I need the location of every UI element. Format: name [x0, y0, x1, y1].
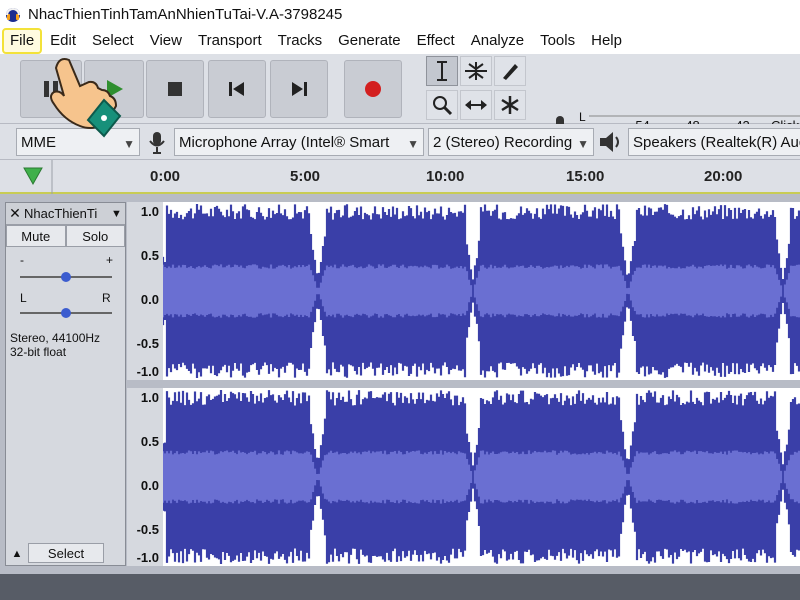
scale-label: -1.0: [136, 550, 159, 565]
menu-tracks[interactable]: Tracks: [270, 28, 330, 54]
menu-transport[interactable]: Transport: [190, 28, 270, 54]
menu-generate[interactable]: Generate: [330, 28, 409, 54]
recording-device-select[interactable]: Microphone Array (Intel® Smart ▼: [174, 128, 424, 156]
title-bar: NhacThienTinhTamAnNhienTuTai-V.A-3798245: [0, 0, 800, 28]
track-bit-depth: 32-bit float: [10, 345, 67, 359]
time-shift-tool[interactable]: [460, 90, 492, 120]
scale-label: 0.0: [140, 292, 159, 307]
pencil-icon: [503, 64, 518, 80]
multi-tool[interactable]: [494, 90, 526, 120]
collapse-track-icon[interactable]: ▲: [10, 547, 24, 561]
menu-tools[interactable]: Tools: [532, 28, 583, 54]
playback-device-value: Speakers (Realtek(R) Audi: [633, 133, 800, 151]
mute-button[interactable]: Mute: [6, 225, 66, 247]
skip-end-icon: [292, 82, 307, 96]
hand-pointer-icon: [50, 58, 122, 138]
waveform-rms: [163, 264, 800, 318]
playback-device-select[interactable]: Speakers (Realtek(R) Audi: [628, 128, 800, 156]
menu-view[interactable]: View: [142, 28, 190, 54]
meter-channel-left: L: [579, 110, 586, 124]
scale-label: -1.0: [136, 364, 159, 379]
track-header: ✕ NhacThienTi ▼: [6, 203, 125, 225]
menu-effect[interactable]: Effect: [409, 28, 463, 54]
ruler-ticks: [51, 160, 53, 194]
skip-end-button[interactable]: [270, 60, 328, 118]
i-beam-icon: [437, 61, 447, 81]
track-control-panel: ✕ NhacThienTi ▼ Mute Solo - + L R Stereo…: [5, 202, 126, 566]
track-name[interactable]: NhacThienTi: [24, 206, 111, 221]
track-info: Stereo, 44100Hz 32-bit float: [10, 331, 100, 359]
track-menu-chevron-icon[interactable]: ▼: [111, 208, 125, 220]
skip-start-icon: [229, 82, 244, 96]
selection-tool[interactable]: [426, 56, 458, 86]
recording-channels-select[interactable]: 2 (Stereo) Recording ▼: [428, 128, 594, 156]
waveform-right-channel[interactable]: [163, 388, 800, 566]
scale-label: 1.0: [140, 390, 159, 405]
scale-label: 0.5: [140, 248, 159, 263]
magnifier-icon: [433, 96, 453, 116]
speaker-icon: [600, 132, 619, 152]
timeline-ruler[interactable]: 0:00 5:00 10:00 15:00 20:00: [0, 160, 800, 194]
timeline-tick: 10:00: [426, 168, 465, 185]
menu-analyze[interactable]: Analyze: [463, 28, 532, 54]
waveform-left-channel[interactable]: [163, 202, 800, 380]
timeline-tick: 5:00: [290, 168, 321, 185]
asterisk-icon: [501, 96, 519, 114]
track-format: Stereo, 44100Hz: [10, 331, 101, 345]
select-track-button[interactable]: Select: [28, 543, 104, 563]
timeline-tick: 15:00: [566, 168, 605, 185]
solo-button[interactable]: Solo: [65, 225, 125, 247]
status-bar: [0, 574, 800, 600]
scale-label: 0.5: [140, 434, 159, 449]
waveform-rms: [163, 450, 800, 504]
scale-label: -0.5: [136, 522, 159, 537]
scale-label: -0.5: [136, 336, 159, 351]
timeline-tick: 20:00: [704, 168, 743, 185]
pan-slider[interactable]: [18, 301, 114, 325]
amplitude-scale-left: 1.0 0.5 0.0 -0.5 -1.0: [127, 202, 163, 380]
scale-label: 1.0: [140, 204, 159, 219]
stop-button[interactable]: [146, 60, 204, 118]
track-area: ✕ NhacThienTi ▼ Mute Solo - + L R Stereo…: [0, 194, 800, 574]
record-icon: [365, 81, 381, 97]
chevron-down-icon: ▼: [577, 137, 589, 151]
window-title: NhacThienTinhTamAnNhienTuTai-V.A-3798245: [28, 5, 343, 23]
microphone-icon: [149, 132, 165, 154]
envelope-icon: [465, 62, 487, 80]
draw-tool[interactable]: [494, 56, 526, 86]
stop-icon: [168, 82, 182, 96]
recording-device-value: Microphone Array (Intel® Smart: [179, 133, 390, 151]
close-track-icon[interactable]: ✕: [6, 205, 24, 222]
mute-solo-row: Mute Solo: [6, 225, 125, 247]
double-arrow-icon: [465, 100, 487, 110]
chevron-down-icon: ▼: [123, 137, 135, 151]
gain-slider[interactable]: [18, 263, 114, 287]
record-button[interactable]: [344, 60, 402, 118]
waveform-right-svg: [163, 390, 800, 564]
zoom-tool[interactable]: [426, 90, 458, 120]
skip-start-button[interactable]: [208, 60, 266, 118]
chevron-down-icon: ▼: [407, 137, 419, 151]
envelope-tool[interactable]: [460, 56, 492, 86]
amplitude-scale-right: 1.0 0.5 0.0 -0.5 -1.0: [127, 388, 163, 566]
recording-channels-value: 2 (Stereo) Recording: [433, 133, 573, 151]
scale-label: 0.0: [140, 478, 159, 493]
audacity-icon: [6, 8, 20, 22]
waveform-left-svg: [163, 204, 800, 378]
menu-help[interactable]: Help: [583, 28, 630, 54]
timeline-tick: 0:00: [150, 168, 181, 185]
